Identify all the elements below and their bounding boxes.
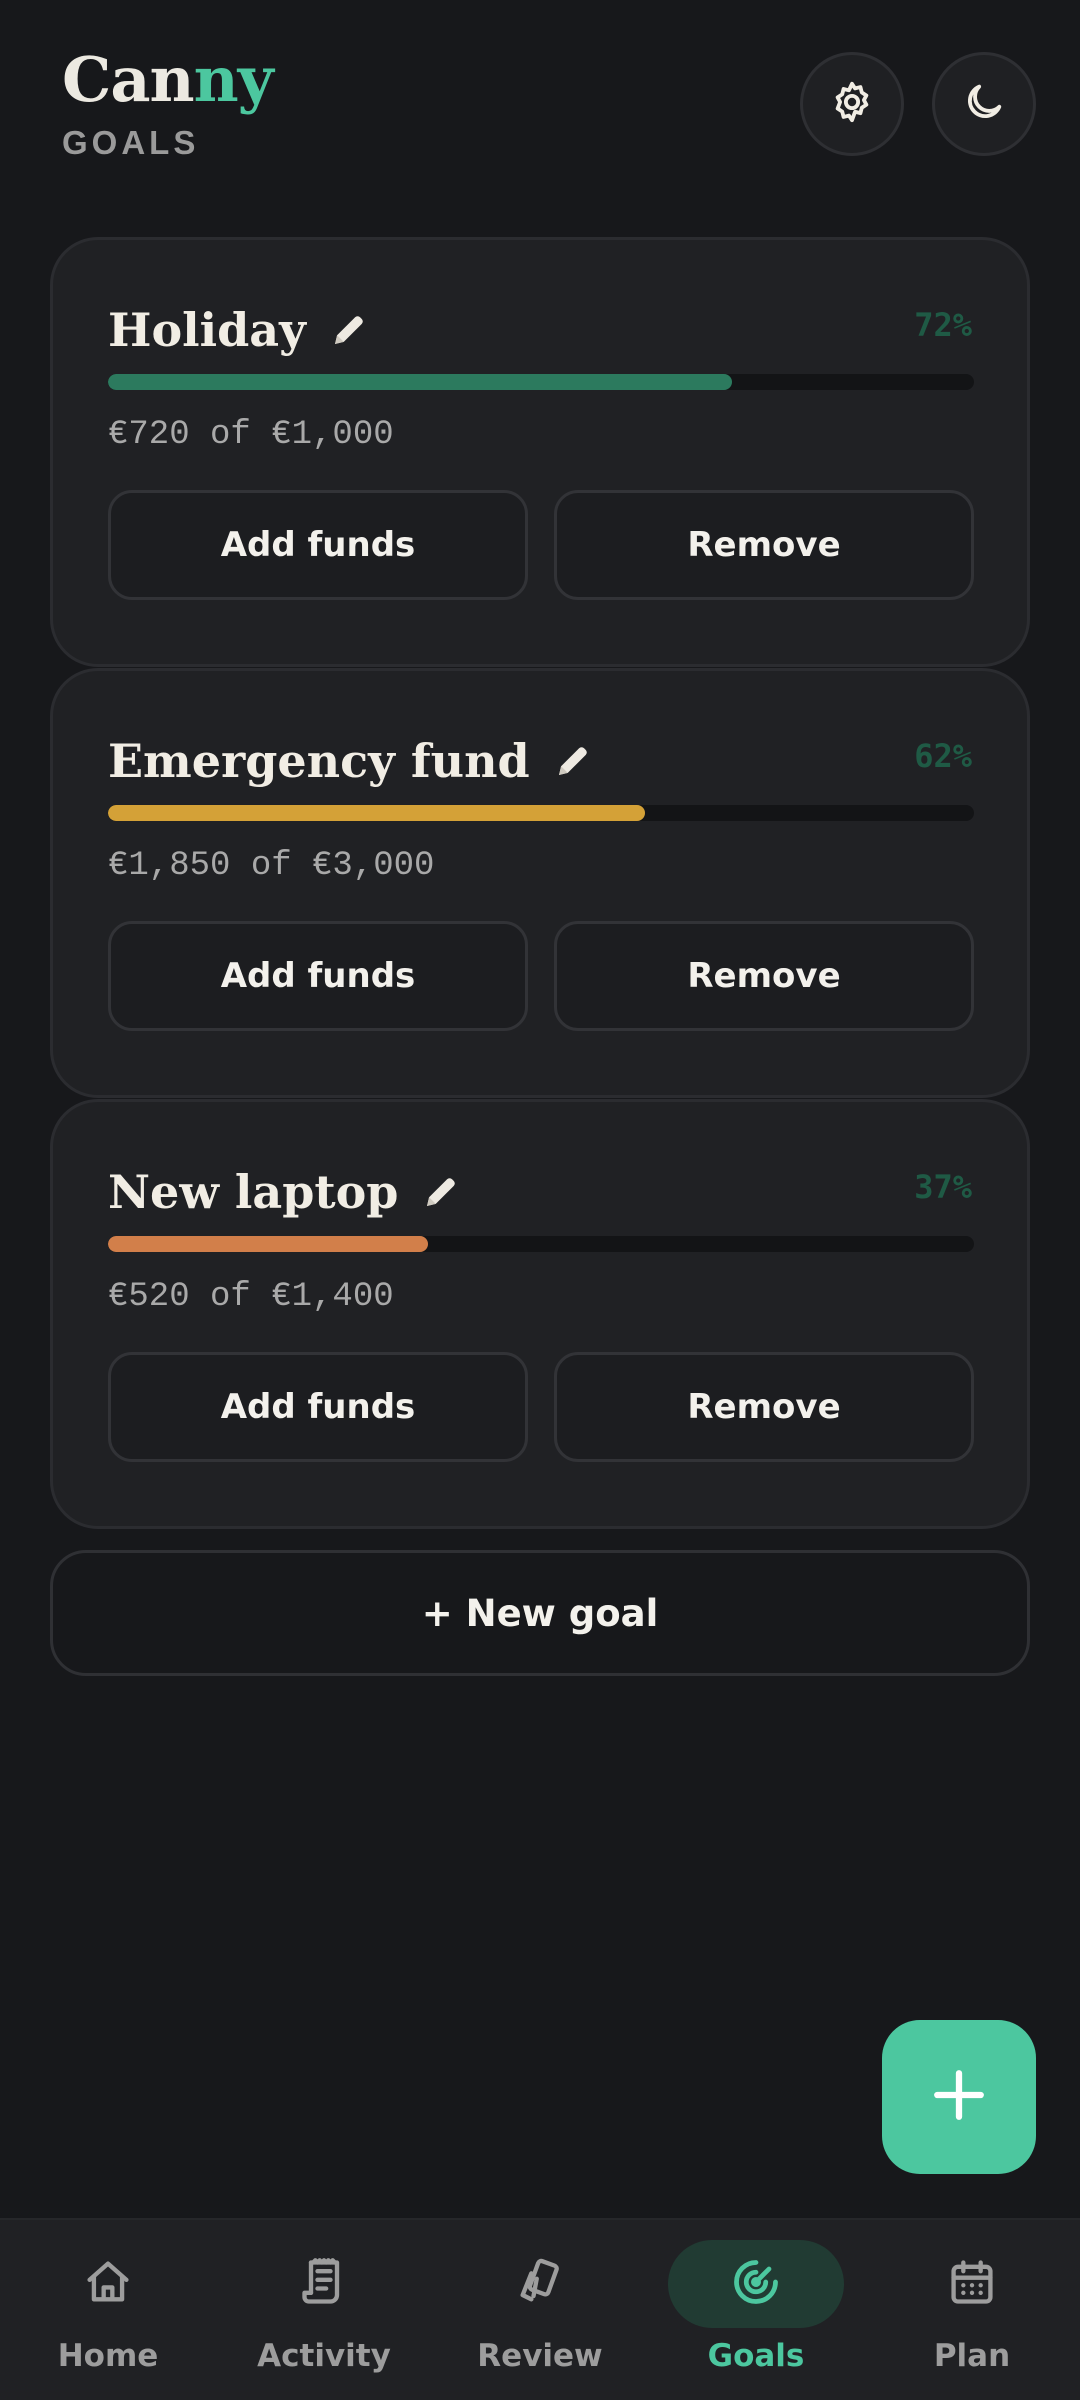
home-icon	[82, 2256, 134, 2308]
nav-label: Plan	[933, 2338, 1011, 2374]
add-button[interactable]	[882, 2020, 1036, 2174]
brand-accent: ny	[193, 43, 274, 116]
plus-icon	[930, 2066, 988, 2129]
goal-progress-fill	[108, 374, 732, 390]
goal-card: New laptop 37% €520 of €1,400 Add funds …	[50, 1099, 1030, 1529]
nav-label: Home	[57, 2338, 159, 2374]
goal-name: Holiday	[108, 303, 306, 357]
goal-name: Emergency fund	[108, 734, 530, 788]
remove-button[interactable]: Remove	[554, 921, 974, 1031]
calendar-icon	[946, 2256, 998, 2308]
brand-main: Can	[62, 43, 195, 116]
goal-percent: 37%	[914, 1168, 972, 1206]
nav-item-home[interactable]: Home	[0, 2220, 216, 2400]
goal-percent: 72%	[914, 306, 972, 344]
nav-label: Review	[477, 2338, 603, 2374]
add-funds-button[interactable]: Add funds	[108, 1352, 528, 1462]
settings-button[interactable]	[800, 52, 904, 156]
nav-label: Goals	[707, 2338, 805, 2374]
remove-button[interactable]: Remove	[554, 1352, 974, 1462]
goal-name: New laptop	[108, 1165, 399, 1219]
app-logo: Canny	[62, 43, 274, 116]
nav-label: Activity	[257, 2338, 391, 2374]
new-goal-button[interactable]: + New goal	[50, 1550, 1030, 1676]
goal-title-row: Holiday	[108, 298, 370, 362]
goal-progress-bar	[108, 805, 974, 821]
pencil-icon[interactable]	[420, 1171, 462, 1213]
gear-icon	[829, 79, 875, 130]
goal-amount: €720 of €1,000	[108, 416, 394, 454]
goal-amount: €520 of €1,400	[108, 1278, 394, 1316]
goal-card: Emergency fund 62% €1,850 of €3,000 Add …	[50, 668, 1030, 1098]
nav-item-activity[interactable]: Activity	[216, 2220, 432, 2400]
goal-percent: 62%	[914, 737, 972, 775]
goal-progress-bar	[108, 374, 974, 390]
page-title: GOALS	[62, 124, 200, 161]
nav-item-goals[interactable]: Goals	[648, 2220, 864, 2400]
pencil-icon[interactable]	[552, 740, 594, 782]
goal-progress-bar	[108, 1236, 974, 1252]
theme-toggle-button[interactable]	[932, 52, 1036, 156]
goal-title-row: Emergency fund	[108, 729, 594, 793]
goal-amount: €1,850 of €3,000	[108, 847, 435, 885]
add-funds-button[interactable]: Add funds	[108, 490, 528, 600]
nav-item-plan[interactable]: Plan	[864, 2220, 1080, 2400]
receipt-icon	[298, 2256, 350, 2308]
goal-progress-fill	[108, 805, 645, 821]
goal-progress-fill	[108, 1236, 429, 1252]
add-funds-button[interactable]: Add funds	[108, 921, 528, 1031]
app-header: Canny GOALS	[0, 0, 1080, 200]
remove-button[interactable]: Remove	[554, 490, 974, 600]
cards-icon	[514, 2256, 566, 2308]
pencil-icon[interactable]	[328, 309, 370, 351]
bottom-nav: Home Activity Review Goals Plan	[0, 2218, 1080, 2400]
nav-item-review[interactable]: Review	[432, 2220, 648, 2400]
goal-title-row: New laptop	[108, 1160, 462, 1224]
goal-card: Holiday 72% €720 of €1,000 Add funds Rem…	[50, 237, 1030, 667]
moon-icon	[961, 79, 1007, 130]
target-icon	[730, 2256, 782, 2308]
